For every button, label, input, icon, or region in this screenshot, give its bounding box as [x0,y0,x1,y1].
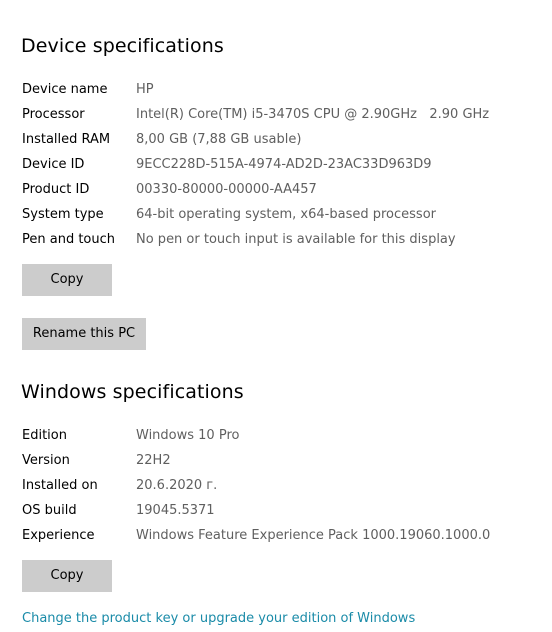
copy-device-specs-button[interactable]: Copy [22,264,112,296]
spec-row-system-type: System type 64-bit operating system, x64… [22,202,542,227]
spec-value: 19045.5371 [136,503,215,518]
spec-label: Edition [22,428,67,443]
spec-label: Device ID [22,157,85,172]
spec-row-installed-on: Installed on 20.6.2020 г. [22,473,542,498]
copy-windows-specs-button[interactable]: Copy [22,560,112,592]
spec-value: No pen or touch input is available for t… [136,232,456,247]
spec-row-product-id: Product ID 00330-80000-00000-AA457 [22,177,542,202]
spec-value: Intel(R) Core(TM) i5-3470S CPU @ 2.90GHz… [136,107,490,122]
spec-row-experience: Experience Windows Feature Experience Pa… [22,523,542,548]
spec-label: Device name [22,82,108,97]
spec-value: 8,00 GB (7,88 GB usable) [136,132,302,147]
windows-specifications-heading: Windows specifications [21,381,244,403]
spec-value: 9ECC228D-515A-4974-AD2D-23AC33D963D9 [136,157,432,172]
change-product-key-link[interactable]: Change the product key or upgrade your e… [22,609,415,629]
spec-label: Experience [22,528,95,543]
spec-value: Windows Feature Experience Pack 1000.190… [136,528,491,543]
spec-row-installed-ram: Installed RAM 8,00 GB (7,88 GB usable) [22,127,542,152]
spec-value: 22H2 [136,453,171,468]
spec-label: Processor [22,107,85,122]
spec-label: System type [22,207,104,222]
rename-pc-button[interactable]: Rename this PC [22,318,146,350]
spec-label: Product ID [22,182,90,197]
spec-row-pen-and-touch: Pen and touch No pen or touch input is a… [22,227,542,252]
spec-row-edition: Edition Windows 10 Pro [22,423,542,448]
spec-value: 64-bit operating system, x64-based proce… [136,207,436,222]
spec-label: Installed on [22,478,98,493]
spec-label: Installed RAM [22,132,111,147]
spec-label: Version [22,453,70,468]
windows-specifications-table: Edition Windows 10 Pro Version 22H2 Inst… [22,423,542,548]
spec-value: HP [136,82,154,97]
spec-row-device-id: Device ID 9ECC228D-515A-4974-AD2D-23AC33… [22,152,542,177]
device-specifications-table: Device name HP Processor Intel(R) Core(T… [22,77,542,252]
device-specifications-heading: Device specifications [21,35,224,57]
spec-row-device-name: Device name HP [22,77,542,102]
spec-label: Pen and touch [22,232,116,247]
spec-label: OS build [22,503,77,518]
spec-value: Windows 10 Pro [136,428,240,443]
spec-value: 00330-80000-00000-AA457 [136,182,317,197]
spec-row-version: Version 22H2 [22,448,542,473]
spec-value: 20.6.2020 г. [136,478,218,493]
spec-row-os-build: OS build 19045.5371 [22,498,542,523]
spec-row-processor: Processor Intel(R) Core(TM) i5-3470S CPU… [22,102,542,127]
